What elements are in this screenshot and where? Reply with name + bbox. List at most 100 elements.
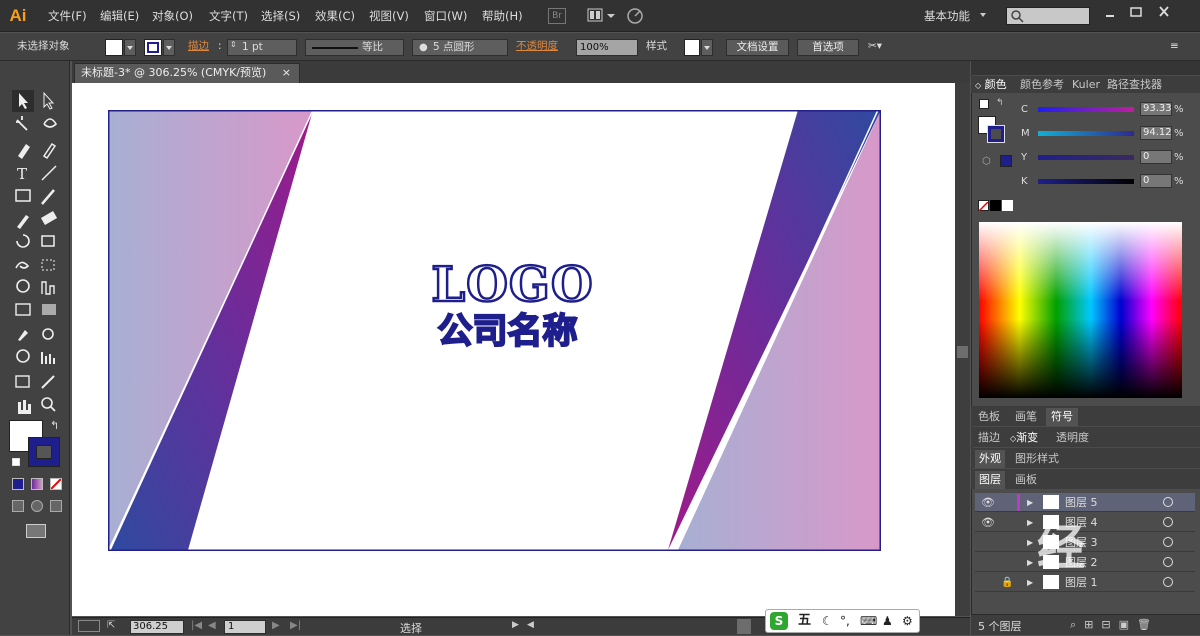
- channel-c-value[interactable]: 93.33: [1140, 102, 1172, 116]
- channel-m-slider[interactable]: [1038, 131, 1134, 136]
- panel-stroke-box[interactable]: [987, 125, 1005, 143]
- opacity-label[interactable]: 不透明度: [516, 39, 558, 56]
- channel-y-slider[interactable]: [1038, 155, 1134, 160]
- colon: :: [218, 40, 222, 52]
- stroke-label[interactable]: 描边: [188, 39, 209, 56]
- page-field[interactable]: 1: [224, 620, 266, 634]
- curvature-tool-icon: [42, 142, 57, 160]
- screen-icon[interactable]: [78, 620, 100, 632]
- ime-toolbar[interactable]: S 五 ☾ °, ⌨ ♟ ⚙: [765, 609, 920, 633]
- rotate-tool-icon: [16, 234, 30, 248]
- color-mode-button[interactable]: [12, 478, 24, 490]
- draw-normal-icon[interactable]: [12, 500, 24, 512]
- color-spectrum[interactable]: [979, 222, 1182, 398]
- last-page-icon[interactable]: ▶|: [290, 620, 301, 631]
- tab-symbols[interactable]: 符号: [1046, 408, 1078, 426]
- minimize-button[interactable]: [1098, 4, 1122, 20]
- arrange-documents-icon[interactable]: [586, 6, 616, 26]
- stroke-color-box[interactable]: [28, 437, 60, 467]
- bridge-icon[interactable]: Br: [548, 8, 566, 24]
- panel-menu-icon[interactable]: ≡: [1170, 39, 1179, 56]
- menu-select[interactable]: 选择(S): [261, 8, 300, 24]
- tab-color[interactable]: ◇ 颜色: [975, 76, 1007, 94]
- horizontal-scroll-thumb[interactable]: [737, 619, 751, 634]
- gpu-performance-icon[interactable]: [625, 6, 645, 26]
- stroke-dropdown[interactable]: [163, 39, 175, 56]
- layer-action-icons[interactable]: ⌕⊞⊟▣🗑: [1070, 618, 1159, 632]
- out-of-gamut-icon[interactable]: ⬡: [982, 156, 991, 167]
- tab-artboards[interactable]: 画板: [1015, 471, 1037, 489]
- channel-c-slider[interactable]: [1038, 107, 1134, 112]
- tab-brushes[interactable]: 画笔: [1015, 408, 1037, 426]
- opacity-field[interactable]: 100%: [576, 39, 638, 56]
- document-setup-button[interactable]: 文档设置: [726, 39, 789, 56]
- swap-colors-icon[interactable]: ↰: [50, 419, 59, 432]
- close-button[interactable]: [1152, 4, 1176, 20]
- tab-transparency[interactable]: 透明度: [1056, 429, 1089, 447]
- panel-swap-icon[interactable]: ↰: [996, 98, 1004, 108]
- logo-text[interactable]: LOGO: [425, 257, 600, 314]
- default-colors-icon[interactable]: [12, 458, 20, 466]
- close-tab-icon[interactable]: ×: [282, 64, 291, 82]
- tab-appearance[interactable]: 外观: [975, 450, 1005, 468]
- style-swatch[interactable]: [684, 39, 700, 56]
- menu-view[interactable]: 视图(V): [369, 8, 409, 24]
- tab-graphic-styles[interactable]: 图形样式: [1015, 450, 1059, 468]
- screen-mode-icon[interactable]: [26, 524, 46, 538]
- status-menu-icon[interactable]: ▶: [512, 620, 519, 630]
- white-swatch[interactable]: [1002, 200, 1013, 211]
- preferences-button[interactable]: 首选项: [797, 39, 859, 56]
- style-dropdown[interactable]: [701, 39, 713, 56]
- channel-y-value[interactable]: 0: [1140, 150, 1172, 164]
- stroke-weight-field[interactable]: ⇕ 1 pt: [227, 39, 297, 56]
- menu-file[interactable]: 文件(F): [48, 8, 87, 24]
- none-swatch[interactable]: [978, 200, 989, 212]
- search-input[interactable]: [1006, 7, 1090, 25]
- menu-type[interactable]: 文字(T): [209, 8, 248, 24]
- channel-m-label: M: [1021, 128, 1030, 139]
- isolate-icon[interactable]: ✂▾: [868, 39, 882, 56]
- draw-behind-icon[interactable]: [31, 500, 43, 512]
- tab-kuler[interactable]: Kuler: [1072, 76, 1100, 94]
- tab-swatches[interactable]: 色板: [978, 408, 1000, 426]
- menu-window[interactable]: 窗口(W): [424, 8, 467, 24]
- draw-inside-icon[interactable]: [50, 500, 62, 512]
- lasso-tool-icon: [43, 118, 58, 128]
- fill-swatch[interactable]: [105, 39, 123, 56]
- menu-help[interactable]: 帮助(H): [482, 8, 523, 24]
- maximize-button[interactable]: [1124, 4, 1148, 20]
- menu-object[interactable]: 对象(O): [152, 8, 193, 24]
- tab-layers[interactable]: 图层: [975, 471, 1005, 489]
- stroke-swatch[interactable]: [144, 39, 162, 56]
- stroke-profile-dropdown[interactable]: 等比: [305, 39, 404, 56]
- next-page-icon[interactable]: ▶: [272, 620, 280, 631]
- scroll-left-icon[interactable]: ◀: [527, 620, 534, 630]
- fill-dropdown[interactable]: [124, 39, 136, 56]
- brush-dropdown[interactable]: ● 5 点圆形: [412, 39, 508, 56]
- tab-stroke[interactable]: 描边: [978, 429, 1000, 447]
- menu-edit[interactable]: 编辑(E): [100, 8, 139, 24]
- slice-tool-icon: [41, 375, 55, 389]
- tab-gradient[interactable]: ◇渐变: [1010, 429, 1038, 447]
- document-tab[interactable]: 未标题-3* @ 306.25% (CMYK/预览) ×: [74, 63, 300, 83]
- workspace-switcher[interactable]: 基本功能: [924, 8, 970, 24]
- channel-m-value[interactable]: 94.12: [1140, 126, 1172, 140]
- current-color-chip[interactable]: [1000, 155, 1012, 167]
- panel-fill-mini[interactable]: [979, 99, 989, 109]
- ime-mode[interactable]: 五: [798, 610, 811, 632]
- first-page-icon[interactable]: |◀: [191, 620, 202, 631]
- company-name-text[interactable]: 公司名称: [425, 311, 590, 353]
- channel-k-slider[interactable]: [1038, 179, 1134, 184]
- black-swatch[interactable]: [990, 200, 1001, 211]
- zoom-field[interactable]: 306.25: [130, 620, 184, 634]
- menu-effect[interactable]: 效果(C): [315, 8, 355, 24]
- mesh-tool-icon: [15, 303, 31, 316]
- tab-color-guide[interactable]: 颜色参考: [1020, 76, 1064, 94]
- prev-page-icon[interactable]: ◀: [208, 620, 216, 631]
- gradient-mode-button[interactable]: [31, 478, 43, 490]
- channel-k-value[interactable]: 0: [1140, 174, 1172, 188]
- vertical-scroll-thumb[interactable]: [957, 346, 968, 358]
- share-icon[interactable]: ⇱: [107, 620, 115, 631]
- none-mode-button[interactable]: [50, 478, 62, 490]
- tab-pathfinder[interactable]: 路径查找器: [1107, 76, 1162, 94]
